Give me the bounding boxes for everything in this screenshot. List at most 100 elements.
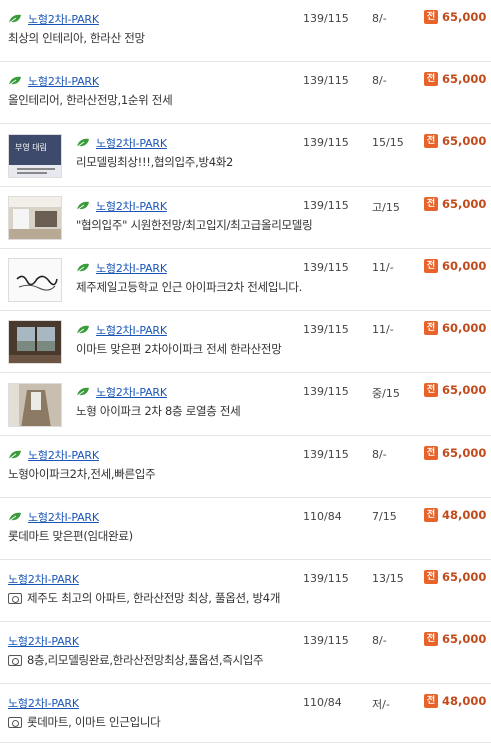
listing-description: 노형 아이파크 2차 8층 로열층 전세 [76,404,241,418]
area-value: 139/115 [303,572,349,585]
leaf-icon [8,14,22,24]
leaf-icon [76,263,90,273]
floor-value: 11/- [372,323,394,336]
price-cell: 전 48,000 [424,694,486,708]
listing-table: 노형2차I-PARK 최상의 인테리아, 한라산 전망 139/115 8/- 전 65,… [0,0,491,743]
price-cell: 전 65,000 [424,72,486,86]
area-value: 139/115 [303,136,349,149]
listing-row[interactable]: 노형2차I-PARK 최상의 인테리아, 한라산 전망 139/115 8/- 전 65,… [0,0,491,62]
listing-description: "협의입주" 시원한전망/최고입지/최고급올리모델링 [76,218,313,232]
leaf-icon [8,450,22,460]
listing-thumbnail[interactable] [8,383,62,427]
price-value: 65,000 [442,134,487,148]
price-value: 60,000 [442,259,487,273]
area-value: 139/115 [303,448,349,461]
listing-description: 노형아이파크2차,전세,빠른입주 [8,467,156,481]
area-value: 139/115 [303,323,349,336]
listing-row[interactable]: 부영 대림 노형2차I-PARK 리모델링최상!!!,협의입주,방4화2 139/11… [0,124,491,187]
lease-badge: 전 [424,383,438,397]
apartment-link[interactable]: 노형2차I-PARK [8,571,79,587]
listing-row[interactable]: 노형2차I-PARK 롯데마트, 이마트 인근입니다 110/84 저/- 전 48,00… [0,684,491,743]
price-cell: 전 65,000 [424,632,486,646]
listing-thumbnail[interactable] [8,196,62,240]
floor-value: 11/- [372,261,394,274]
thumb-sign-text: 부영 대림 [15,142,47,152]
listing-row[interactable]: 노형2차I-PARK 8층,리모델링완료,한라산전망최상,풀옵션,즉시입주 139/… [0,622,491,684]
listing-row[interactable]: 노형2차I-PARK "협의입주" 시원한전망/최고입지/최고급올리모델링 139/… [0,187,491,249]
price-cell: 전 65,000 [424,570,486,584]
price-cell: 전 48,000 [424,508,486,522]
price-value: 65,000 [442,632,487,646]
listing-description: 제주제일고등학교 인근 아이파크2차 전세입니다. [76,280,303,294]
price-cell: 전 60,000 [424,321,486,335]
apartment-link[interactable]: 노형2차I-PARK [96,384,167,400]
area-value: 139/115 [303,199,349,212]
listing-description: 최상의 인테리아, 한라산 전망 [8,31,145,45]
price-value: 65,000 [442,197,487,211]
listing-row[interactable]: 노형2차I-PARK 노형 아이파크 2차 8층 로열층 전세 139/115 중/1… [0,373,491,436]
lease-badge: 전 [424,134,438,148]
price-value: 65,000 [442,72,487,86]
floor-value: 8/- [372,448,387,461]
listing-row[interactable]: 노형2차I-PARK 제주제일고등학교 인근 아이파크2차 전세입니다. 139/1… [0,249,491,311]
listing-thumbnail[interactable]: 부영 대림 [8,134,62,178]
price-cell: 전 65,000 [424,383,486,397]
listing-thumbnail[interactable] [8,320,62,364]
photo-icon [8,716,22,728]
leaf-icon [8,512,22,522]
photo-icon [8,592,22,604]
floor-value: 7/15 [372,510,397,523]
floor-value: 8/- [372,12,387,25]
apartment-link[interactable]: 노형2차I-PARK [8,633,79,649]
lease-badge: 전 [424,72,438,86]
photo-icon [8,654,22,666]
leaf-icon [76,387,90,397]
price-value: 48,000 [442,508,487,522]
listing-thumbnail[interactable] [8,258,62,302]
listing-row[interactable]: 노형2차I-PARK 올인테리어, 한라산전망,1순위 전세 139/115 8/- 전… [0,62,491,124]
price-value: 48,000 [442,694,487,708]
apartment-link[interactable]: 노형2차I-PARK [28,509,99,525]
apartment-link[interactable]: 노형2차I-PARK [96,260,167,276]
lease-badge: 전 [424,446,438,460]
price-cell: 전 65,000 [424,446,486,460]
floor-value: 13/15 [372,572,404,585]
apartment-link[interactable]: 노형2차I-PARK [8,695,79,711]
apartment-link[interactable]: 노형2차I-PARK [28,11,99,27]
lease-badge: 전 [424,259,438,273]
floor-value: 중/15 [372,387,400,400]
apartment-link[interactable]: 노형2차I-PARK [28,73,99,89]
floor-value: 고/15 [372,201,400,214]
listing-row[interactable]: 노형2차I-PARK 제주도 최고의 아파트, 한라산전망 최상, 풀옵션, 방4… [0,560,491,622]
listing-description: 8층,리모델링완료,한라산전망최상,풀옵션,즉시입주 [27,653,264,667]
listing-description: 이마트 맞은편 2차아이파크 전세 한라산전망 [76,342,282,356]
listing-row[interactable]: 노형2차I-PARK 롯데마트 맞은편(임대완료) 110/84 7/15 전 48,00… [0,498,491,560]
floor-value: 8/- [372,74,387,87]
apartment-link[interactable]: 노형2차I-PARK [96,322,167,338]
area-value: 110/84 [303,696,342,709]
leaf-icon [8,76,22,86]
price-value: 65,000 [442,383,487,397]
leaf-icon [76,201,90,211]
lease-badge: 전 [424,321,438,335]
lease-badge: 전 [424,570,438,584]
listing-row[interactable]: 노형2차I-PARK 노형아이파크2차,전세,빠른입주 139/115 8/- 전 65,… [0,436,491,498]
apartment-link[interactable]: 노형2차I-PARK [28,447,99,463]
listing-description: 롯데마트 맞은편(임대완료) [8,529,133,543]
price-value: 60,000 [442,321,487,335]
apartment-link[interactable]: 노형2차I-PARK [96,135,167,151]
price-cell: 전 65,000 [424,197,486,211]
lease-badge: 전 [424,197,438,211]
listing-description: 올인테리어, 한라산전망,1순위 전세 [8,93,173,107]
floor-value: 저/- [372,698,390,711]
area-value: 139/115 [303,74,349,87]
listing-row[interactable]: 노형2차I-PARK 이마트 맞은편 2차아이파크 전세 한라산전망 139/115… [0,311,491,373]
apartment-link[interactable]: 노형2차I-PARK [96,198,167,214]
price-cell: 전 65,000 [424,134,486,148]
price-cell: 전 65,000 [424,10,486,24]
listing-description: 리모델링최상!!!,협의입주,방4화2 [76,155,234,169]
price-value: 65,000 [442,10,487,24]
area-value: 110/84 [303,510,342,523]
area-value: 139/115 [303,261,349,274]
price-value: 65,000 [442,570,487,584]
